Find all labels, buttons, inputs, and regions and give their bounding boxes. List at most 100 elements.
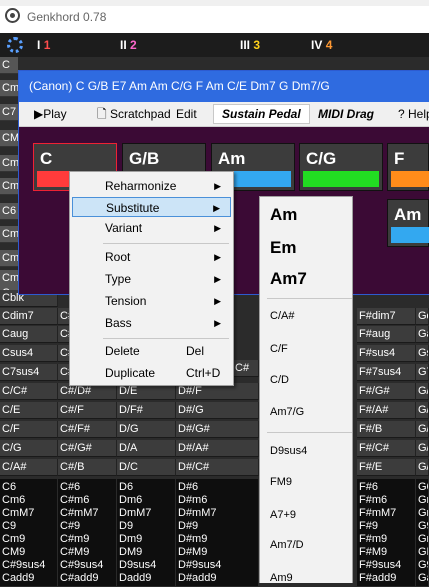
substitute-option[interactable]: Em [270, 238, 296, 258]
menu-item-duplicate[interactable]: Duplicate Ctrl+D [72, 363, 231, 383]
grid-chord-cell[interactable]: CM [0, 130, 18, 147]
grid-chord-cell[interactable]: F#aug [357, 326, 416, 343]
grid-chord-cell[interactable]: Cdim7 [0, 308, 58, 325]
grid-chord-cell[interactable]: C# [233, 360, 259, 377]
menu-separator [267, 432, 352, 433]
grid-chord-cell[interactable]: C7 [0, 104, 18, 121]
grid-chord-cell[interactable]: D/G [117, 421, 176, 438]
grid-chord-cell[interactable]: F#add9 [357, 570, 416, 587]
grid-chord-cell[interactable]: Cm [0, 178, 18, 195]
menu-item-tension[interactable]: Tension ▶ [72, 291, 231, 311]
grid-chord-cell[interactable]: Ga [416, 326, 429, 343]
grid-chord-cell[interactable]: G/ [416, 383, 429, 400]
grid-chord-cell[interactable]: Caug [0, 326, 58, 343]
edit-menu[interactable]: Edit [176, 102, 197, 126]
grid-chord-cell[interactable]: Cm [0, 226, 18, 243]
grid-chord-cell[interactable]: Dadd9 [117, 570, 176, 587]
menu-item-type[interactable]: Type ▶ [72, 269, 231, 289]
menu-item-bass[interactable]: Bass ▶ [72, 313, 231, 333]
grid-chord-cell[interactable]: G/ [416, 459, 429, 476]
substitute-option[interactable]: C/F [270, 343, 288, 355]
menu-label: Reharmonize [105, 179, 177, 193]
substitute-option[interactable]: A7+9 [270, 509, 296, 521]
grid-chord-cell[interactable]: F#/E [357, 459, 416, 476]
substitute-option[interactable]: Am7 [270, 269, 307, 289]
chevron-right-icon: ▶ [214, 318, 221, 328]
substitute-option[interactable]: C/A# [270, 310, 294, 322]
menu-separator [267, 298, 352, 299]
grid-chord-cell[interactable]: C/C# [0, 383, 58, 400]
grid-chord-cell[interactable]: C/F [0, 421, 58, 438]
play-button[interactable]: ▶Play [34, 102, 67, 126]
degree-2[interactable]: II 2 [120, 38, 137, 52]
grid-chord-cell[interactable]: C#/F# [58, 421, 117, 438]
menu-item-substitute[interactable]: Substitute ▶ [72, 197, 231, 217]
grid-chord-cell[interactable]: D#add9 [176, 570, 259, 587]
grid-chord-cell[interactable]: F#/C# [357, 440, 416, 457]
chord-block[interactable]: C/G [299, 143, 383, 191]
menu-item-variant[interactable]: Variant ▶ [72, 218, 231, 238]
grid-chord-cell[interactable]: D#/C# [176, 459, 259, 476]
toolbar: ▶Play 🗋 Scratchpad Edit Sustain Pedal MI… [19, 102, 429, 127]
menu-item-delete[interactable]: Delete Del [72, 341, 231, 361]
substitute-option[interactable]: Am [270, 205, 297, 225]
substitute-option[interactable]: D9sus4 [270, 445, 307, 457]
grid-chord-cell[interactable]: D/F# [117, 402, 176, 419]
chord-block[interactable]: F [387, 143, 429, 191]
chord-block[interactable]: Am [387, 199, 429, 247]
grid-chord-cell[interactable]: G/ [416, 421, 429, 438]
degree-roman: III [240, 38, 251, 52]
degree-1[interactable]: I 1 [37, 38, 50, 52]
grid-chord-cell[interactable]: G/ [416, 402, 429, 419]
grid-chord-cell[interactable]: C7sus4 [0, 364, 58, 381]
chord-name: Am [218, 149, 246, 168]
degree-num: 2 [130, 38, 137, 52]
grid-chord-cell[interactable]: C/E [0, 402, 58, 419]
grid-chord-cell[interactable]: F#dim7 [357, 308, 416, 325]
grid-chord-cell[interactable]: D#/G [176, 402, 259, 419]
scratchpad-button[interactable]: 🗋 Scratchpad [97, 102, 171, 126]
grid-chord-cell[interactable]: Ga [416, 570, 429, 587]
grid-chord-cell[interactable]: F#/G# [357, 383, 416, 400]
grid-chord-cell[interactable]: F#/B [357, 421, 416, 438]
grid-chord-cell[interactable]: C#/B [58, 459, 117, 476]
degree-4[interactable]: IV 4 [311, 38, 332, 52]
gear-icon[interactable] [7, 37, 23, 53]
grid-chord-cell[interactable]: D#/A# [176, 440, 259, 457]
sustain-pedal-toggle[interactable]: Sustain Pedal [213, 104, 310, 124]
grid-chord-cell[interactable]: Cm [0, 250, 18, 267]
grid-chord-cell[interactable]: G7 [416, 364, 429, 381]
midi-drag-button[interactable]: MIDI Drag [318, 102, 374, 126]
grid-chord-cell[interactable]: C/A# [0, 459, 58, 476]
grid-chord-cell[interactable]: C#/F [58, 402, 117, 419]
grid-chord-cell[interactable]: C#add9 [58, 570, 117, 587]
grid-chord-cell[interactable]: Cadd9 [0, 570, 58, 587]
substitute-option[interactable]: Am7/G [270, 406, 304, 418]
grid-chord-cell[interactable]: Csus4 [0, 345, 58, 362]
grid-chord-cell[interactable]: C6 [0, 203, 18, 220]
grid-chord-cell[interactable]: C#/G# [58, 440, 117, 457]
grid-chord-cell[interactable]: Cm [0, 80, 18, 97]
grid-chord-cell[interactable]: Cm [0, 155, 18, 172]
grid-chord-cell[interactable]: D#/G# [176, 421, 259, 438]
grid-chord-cell[interactable]: F#7sus4 [357, 364, 416, 381]
help-menu[interactable]: ? Help [398, 102, 429, 126]
degree-3[interactable]: III 3 [240, 38, 260, 52]
substitute-option[interactable]: Am9 [270, 572, 293, 584]
menu-item-root[interactable]: Root ▶ [72, 247, 231, 267]
chevron-right-icon: ▶ [214, 252, 221, 262]
substitute-option[interactable]: Am7/D [270, 539, 304, 551]
grid-chord-cell[interactable]: Gs [416, 345, 429, 362]
grid-chord-cell[interactable]: D/A [117, 440, 176, 457]
grid-chord-cell[interactable]: G/ [416, 440, 429, 457]
grid-chord-cell[interactable]: D/C [117, 459, 176, 476]
grid-chord-cell[interactable]: Gd [416, 308, 429, 325]
grid-chord-cell[interactable]: F#/A# [357, 402, 416, 419]
substitute-option[interactable]: C/D [270, 374, 289, 386]
grid-chord-cell[interactable]: C [0, 57, 18, 74]
menu-item-reharmonize[interactable]: Reharmonize ▶ [72, 176, 231, 196]
grid-chord-cell[interactable]: C/G [0, 440, 58, 457]
grid-chord-cell[interactable]: F#sus4 [357, 345, 416, 362]
chevron-right-icon: ▶ [214, 296, 221, 306]
substitute-option[interactable]: FM9 [270, 476, 292, 488]
